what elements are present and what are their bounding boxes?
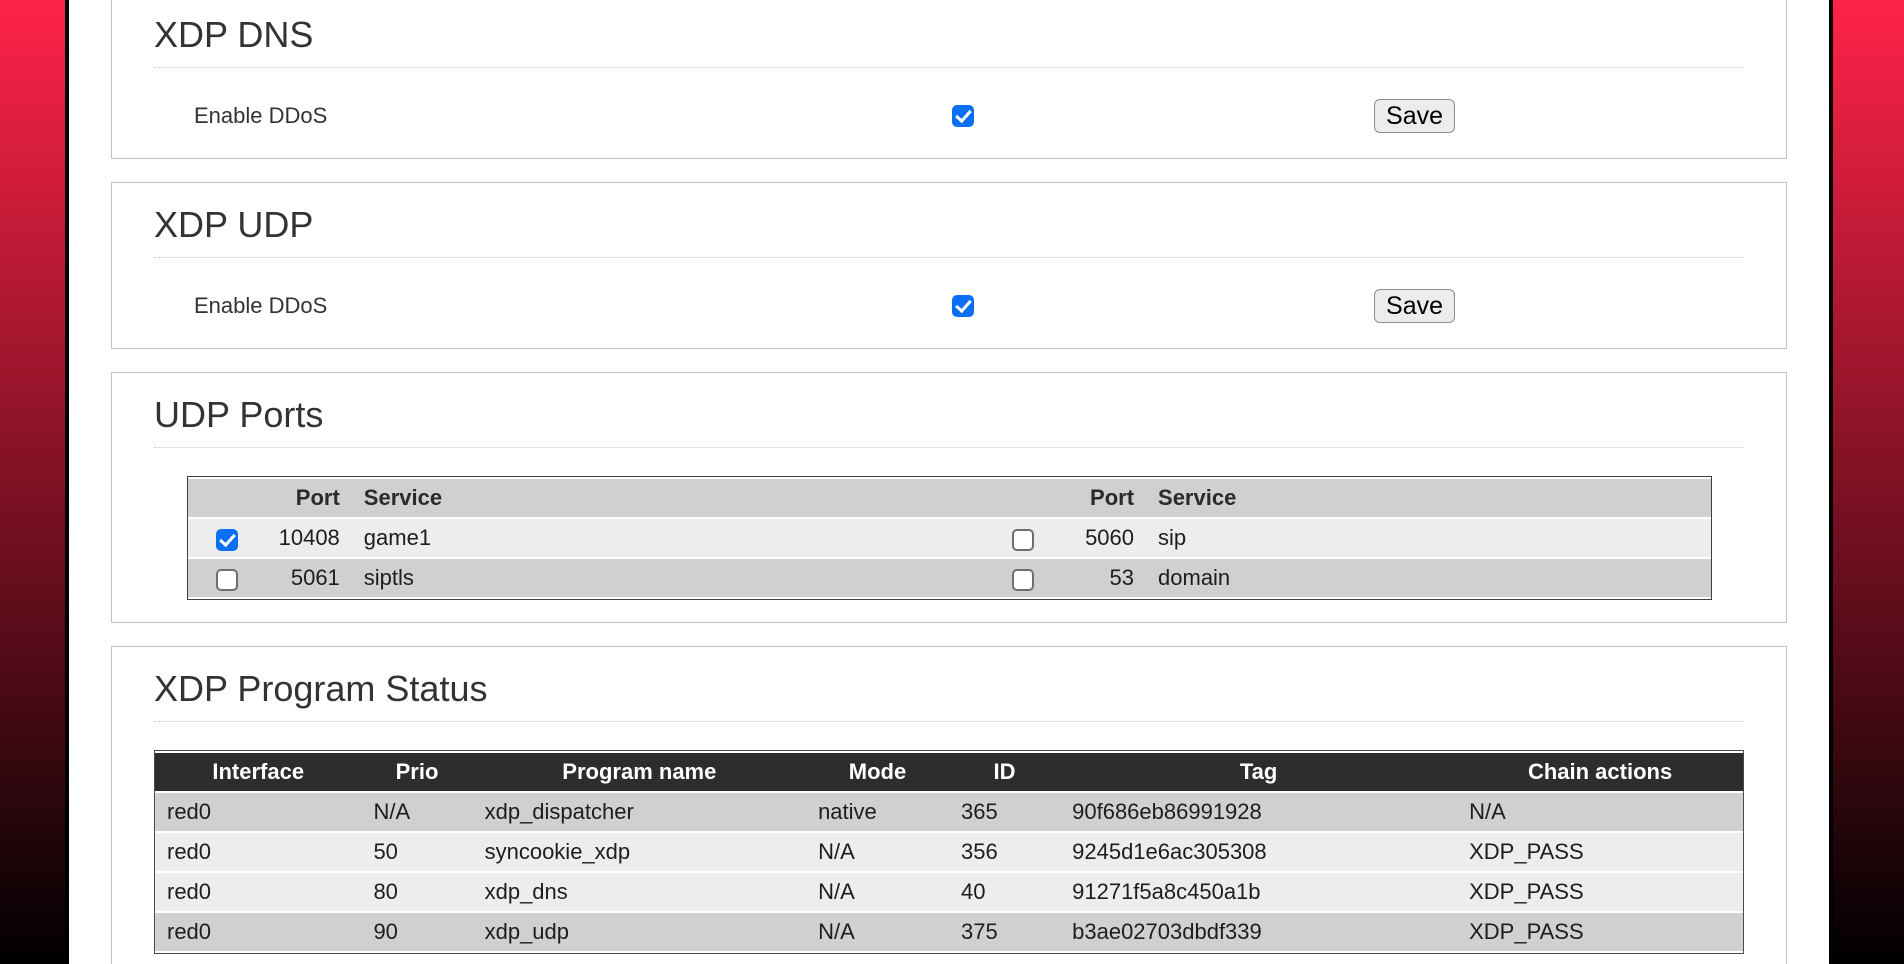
service-column-header: Service bbox=[352, 479, 983, 517]
enable-ddos-checkbox[interactable] bbox=[952, 295, 974, 317]
checkbox-column-header bbox=[188, 479, 267, 517]
id-cell: 375 bbox=[949, 913, 1060, 951]
port-column-header: Port bbox=[267, 479, 352, 517]
xdp-status-header-row: InterfacePrioProgram nameModeIDTagChain … bbox=[155, 753, 1743, 791]
enable-ddos-label: Enable DDoS bbox=[194, 103, 327, 129]
prio-cell: 80 bbox=[361, 873, 472, 911]
port-cell: 53 bbox=[1062, 559, 1146, 597]
chain-actions-column-header: Chain actions bbox=[1457, 753, 1743, 791]
port-checkbox-cell bbox=[188, 559, 267, 597]
service-cell: siptls bbox=[352, 559, 983, 597]
save-button[interactable]: Save bbox=[1374, 289, 1455, 323]
port-checkbox-cell bbox=[983, 519, 1062, 557]
tag-column-header: Tag bbox=[1060, 753, 1457, 791]
checkbox-column-header bbox=[983, 479, 1062, 517]
divider bbox=[154, 447, 1744, 448]
enable-ddos-row: Enable DDoS Save bbox=[154, 96, 1744, 136]
udp-ports-table: PortServicePortService 10408game15060sip… bbox=[187, 476, 1712, 600]
chain-actions-cell: N/A bbox=[1457, 793, 1743, 831]
chain-actions-cell: XDP_PASS bbox=[1457, 913, 1743, 951]
table-row: red090xdp_udpN/A375b3ae02703dbdf339XDP_P… bbox=[155, 913, 1743, 951]
prio-cell: N/A bbox=[361, 793, 472, 831]
mode-column-header: Mode bbox=[806, 753, 949, 791]
id-cell: 365 bbox=[949, 793, 1060, 831]
tag-cell: 91271f5a8c450a1b bbox=[1060, 873, 1457, 911]
chain-actions-cell: XDP_PASS bbox=[1457, 833, 1743, 871]
interface-cell: red0 bbox=[155, 873, 361, 911]
program-name-cell: xdp_dns bbox=[473, 873, 806, 911]
chain-actions-cell: XDP_PASS bbox=[1457, 873, 1743, 911]
port-checkbox-cell bbox=[983, 559, 1062, 597]
port-cell: 5061 bbox=[267, 559, 352, 597]
save-button[interactable]: Save bbox=[1374, 99, 1455, 133]
prio-column-header: Prio bbox=[361, 753, 472, 791]
mode-cell: N/A bbox=[806, 833, 949, 871]
xdp-status-table: InterfacePrioProgram nameModeIDTagChain … bbox=[154, 750, 1744, 954]
interface-cell: red0 bbox=[155, 913, 361, 951]
id-cell: 40 bbox=[949, 873, 1060, 911]
mode-cell: native bbox=[806, 793, 949, 831]
panel-udp-ports: UDP Ports PortServicePortService 10408ga… bbox=[111, 372, 1787, 623]
port-cell: 5060 bbox=[1062, 519, 1146, 557]
udp-ports-header-row: PortServicePortService bbox=[188, 479, 1711, 517]
divider bbox=[154, 67, 1744, 68]
service-column-header: Service bbox=[1146, 479, 1710, 517]
port-column-header: Port bbox=[1062, 479, 1146, 517]
panel-xdp-udp: XDP UDP Enable DDoS Save bbox=[111, 182, 1787, 349]
prio-cell: 90 bbox=[361, 913, 472, 951]
tag-cell: 9245d1e6ac305308 bbox=[1060, 833, 1457, 871]
id-column-header: ID bbox=[949, 753, 1060, 791]
port-checkbox-cell bbox=[188, 519, 267, 557]
panel-title: XDP Program Status bbox=[154, 669, 1744, 709]
interface-column-header: Interface bbox=[155, 753, 361, 791]
panel-xdp-dns: XDP DNS Enable DDoS Save bbox=[111, 0, 1787, 159]
enable-ddos-checkbox[interactable] bbox=[952, 105, 974, 127]
panel-title: XDP UDP bbox=[154, 205, 1744, 245]
program-name-cell: xdp_udp bbox=[473, 913, 806, 951]
enable-ddos-row: Enable DDoS Save bbox=[154, 286, 1744, 326]
interface-cell: red0 bbox=[155, 793, 361, 831]
program-name-cell: syncookie_xdp bbox=[473, 833, 806, 871]
tag-cell: b3ae02703dbdf339 bbox=[1060, 913, 1457, 951]
panel-title: UDP Ports bbox=[154, 395, 1744, 435]
port-checkbox[interactable] bbox=[216, 529, 238, 551]
service-cell: sip bbox=[1146, 519, 1710, 557]
prio-cell: 50 bbox=[361, 833, 472, 871]
table-row: red080xdp_dnsN/A4091271f5a8c450a1bXDP_PA… bbox=[155, 873, 1743, 911]
mode-cell: N/A bbox=[806, 873, 949, 911]
panel-xdp-program-status: XDP Program Status InterfacePrioProgram … bbox=[111, 646, 1787, 964]
table-row: red050syncookie_xdpN/A3569245d1e6ac30530… bbox=[155, 833, 1743, 871]
port-checkbox[interactable] bbox=[216, 569, 238, 591]
table-row: red0N/Axdp_dispatchernative36590f686eb86… bbox=[155, 793, 1743, 831]
id-cell: 356 bbox=[949, 833, 1060, 871]
service-cell: domain bbox=[1146, 559, 1710, 597]
table-row: 10408game1 5060sip bbox=[188, 519, 1711, 557]
port-checkbox[interactable] bbox=[1012, 569, 1034, 591]
divider bbox=[154, 257, 1744, 258]
panel-title: XDP DNS bbox=[154, 15, 1744, 55]
page-content: XDP DNS Enable DDoS Save XDP UDP Enable … bbox=[69, 0, 1829, 964]
table-row: 5061siptls 53domain bbox=[188, 559, 1711, 597]
divider bbox=[154, 721, 1744, 722]
service-cell: game1 bbox=[352, 519, 983, 557]
content-area: XDP DNS Enable DDoS Save XDP UDP Enable … bbox=[65, 0, 1833, 964]
port-cell: 10408 bbox=[267, 519, 352, 557]
interface-cell: red0 bbox=[155, 833, 361, 871]
tag-cell: 90f686eb86991928 bbox=[1060, 793, 1457, 831]
enable-ddos-label: Enable DDoS bbox=[194, 293, 327, 319]
port-checkbox[interactable] bbox=[1012, 529, 1034, 551]
program-name-cell: xdp_dispatcher bbox=[473, 793, 806, 831]
mode-cell: N/A bbox=[806, 913, 949, 951]
program-name-column-header: Program name bbox=[473, 753, 806, 791]
